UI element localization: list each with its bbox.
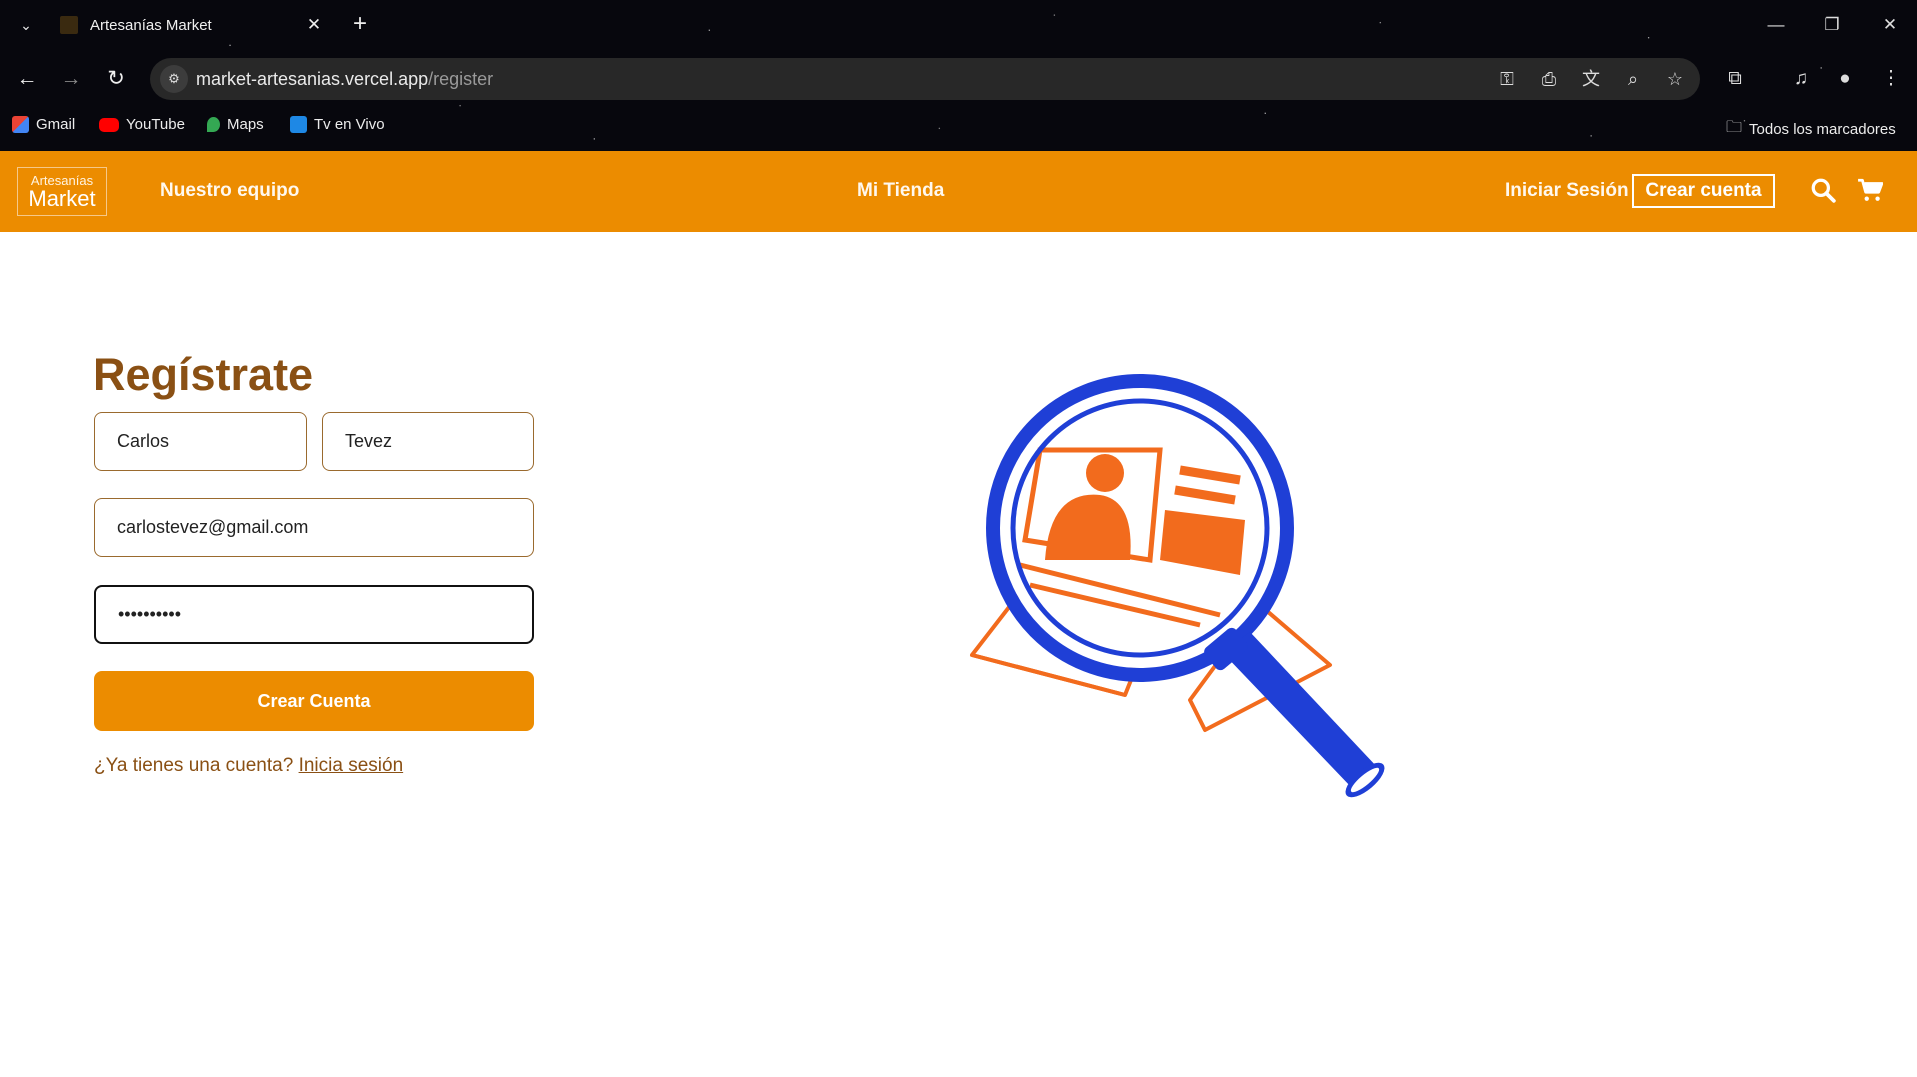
tab-search-chevron-icon[interactable]: ⌄ — [14, 13, 38, 37]
last-name-input[interactable] — [322, 412, 534, 471]
browser-menu-icon[interactable]: ⋮ — [1874, 62, 1908, 96]
page-title: Regístrate — [93, 349, 314, 400]
address-bar[interactable]: ⚙ market-artesanias.vercel.app/register … — [150, 58, 1700, 100]
youtube-icon — [99, 117, 119, 132]
id-card-magnifier-illustration — [970, 374, 1385, 798]
zoom-icon[interactable]: ⌕ — [1622, 67, 1644, 91]
bookmark-maps[interactable]: Maps — [207, 116, 264, 133]
all-bookmarks[interactable]: 🗀 Todos los marcadores — [1726, 116, 1896, 143]
nav-create-account-button[interactable]: Crear cuenta — [1632, 174, 1775, 208]
bookmark-tv-en-vivo[interactable]: Tv en Vivo — [290, 116, 385, 133]
first-name-input[interactable] — [94, 412, 307, 471]
login-link[interactable]: Inicia sesión — [299, 755, 404, 776]
minimize-window-icon[interactable]: — — [1756, 8, 1796, 42]
install-app-icon[interactable]: ⎙ — [1538, 67, 1560, 91]
cart-icon[interactable] — [1857, 177, 1883, 203]
nav-link-login[interactable]: Iniciar Sesión — [1505, 180, 1629, 202]
url-text[interactable]: market-artesanias.vercel.app/register — [196, 69, 493, 90]
browser-tab[interactable]: Artesanías Market ✕ — [46, 6, 336, 44]
nav-link-store[interactable]: Mi Tienda — [857, 180, 944, 202]
site-logo[interactable]: Artesanías Market — [17, 167, 107, 216]
forward-icon[interactable]: → — [54, 62, 88, 96]
site-header: Artesanías Market Nuestro equipo Mi Tien… — [0, 151, 1917, 232]
bookmark-star-icon[interactable]: ☆ — [1664, 67, 1686, 91]
email-input[interactable] — [94, 498, 534, 557]
tv-icon — [290, 116, 307, 133]
tab-strip: ⌄ Artesanías Market ✕ + — ❐ ✕ — [0, 0, 1917, 50]
tab-title: Artesanías Market — [90, 16, 212, 34]
translate-icon[interactable]: 文 — [1580, 67, 1602, 91]
create-account-button[interactable]: Crear Cuenta — [94, 671, 534, 731]
bookmark-gmail[interactable]: Gmail — [12, 116, 75, 133]
password-input[interactable] — [94, 585, 534, 644]
reload-icon[interactable]: ↻ — [99, 62, 133, 96]
search-icon[interactable] — [1810, 177, 1836, 203]
site-info-icon[interactable]: ⚙ — [160, 65, 188, 93]
password-key-icon[interactable]: ⚿ — [1496, 67, 1518, 91]
profile-avatar-icon[interactable]: ● — [1828, 62, 1862, 96]
maps-icon — [207, 117, 220, 132]
new-tab-button[interactable]: + — [353, 10, 367, 38]
restore-window-icon[interactable]: ❐ — [1812, 8, 1852, 42]
browser-chrome: ⌄ Artesanías Market ✕ + — ❐ ✕ ← → ↻ ⚙ ma… — [0, 0, 1917, 151]
login-prompt: ¿Ya tienes una cuenta? Inicia sesión — [94, 755, 404, 776]
folder-icon: 🗀 — [1726, 119, 1743, 136]
media-controls-icon[interactable]: ♫ — [1784, 62, 1818, 96]
browser-toolbar: ← → ↻ ⚙ market-artesanias.vercel.app/reg… — [0, 58, 1917, 100]
gmail-icon — [12, 116, 29, 133]
close-window-icon[interactable]: ✕ — [1870, 8, 1910, 42]
site-favicon-icon — [60, 16, 78, 34]
back-icon[interactable]: ← — [10, 62, 44, 96]
bookmark-youtube[interactable]: YouTube — [99, 116, 185, 133]
tab-close-icon[interactable]: ✕ — [304, 15, 324, 35]
nav-link-team[interactable]: Nuestro equipo — [160, 180, 299, 202]
bookmarks-bar: Gmail YouTube Maps Tv en Vivo 🗀 Todos lo… — [0, 110, 1917, 142]
extensions-icon[interactable]: ⧉ — [1718, 62, 1752, 96]
